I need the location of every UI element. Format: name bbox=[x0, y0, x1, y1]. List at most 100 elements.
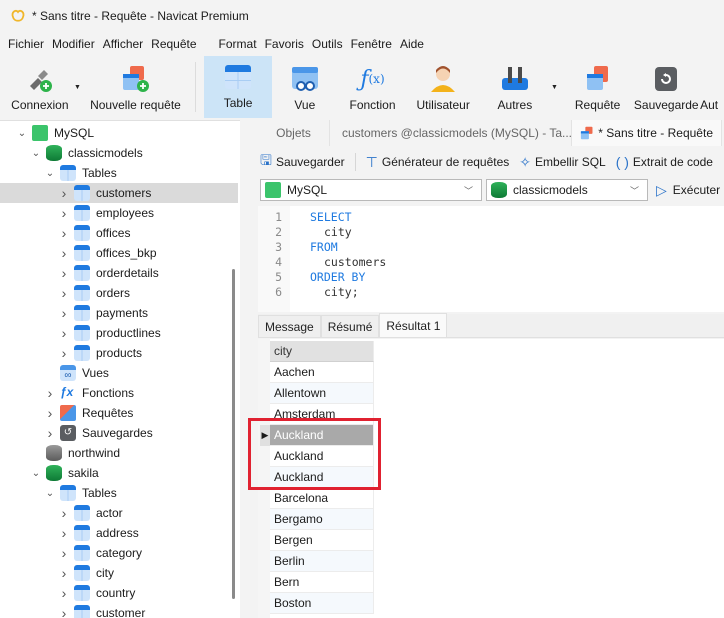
current-row-pointer-icon: ▶ bbox=[260, 425, 270, 446]
tree-item-actor[interactable]: › actor bbox=[0, 503, 238, 523]
chevron-right-icon[interactable]: › bbox=[58, 345, 70, 361]
requete-button[interactable]: Requête bbox=[563, 56, 633, 118]
chevron-right-icon[interactable]: › bbox=[44, 385, 56, 401]
chevron-right-icon[interactable]: › bbox=[58, 225, 70, 241]
menu-fichier[interactable]: Fichier bbox=[4, 37, 48, 51]
tree-item-tables[interactable]: ⌄ Tables bbox=[0, 163, 238, 183]
tree-item-country[interactable]: › country bbox=[0, 583, 238, 603]
tree-item-fonctions[interactable]: › ƒx Fonctions bbox=[0, 383, 238, 403]
tree-item-requ-tes[interactable]: › Requêtes bbox=[0, 403, 238, 423]
chevron-right-icon[interactable]: › bbox=[58, 285, 70, 301]
tab-message[interactable]: Message bbox=[258, 315, 321, 337]
chevron-right-icon[interactable]: › bbox=[58, 325, 70, 341]
chevron-right-icon[interactable]: › bbox=[58, 185, 70, 201]
code-line: 2 city bbox=[258, 225, 352, 240]
table-row[interactable]: Auckland bbox=[270, 467, 374, 488]
table-row[interactable]: Amsterdam bbox=[270, 404, 374, 425]
table-row[interactable]: Auckland bbox=[270, 446, 374, 467]
auto-button[interactable]: Aut bbox=[700, 56, 724, 118]
menu-format[interactable]: Format bbox=[215, 37, 261, 51]
new-query-button[interactable]: Nouvelle requête bbox=[84, 56, 188, 118]
beautify-sql-button[interactable]: ✧ Embellir SQL bbox=[519, 154, 605, 171]
tree-item-address[interactable]: › address bbox=[0, 523, 238, 543]
menu-outils[interactable]: Outils bbox=[308, 37, 347, 51]
tree-item-offices-bkp[interactable]: › offices_bkp bbox=[0, 243, 238, 263]
utilisateur-button[interactable]: Utilisateur bbox=[407, 56, 479, 118]
chevron-right-icon[interactable]: › bbox=[58, 265, 70, 281]
tree-item-customers[interactable]: › customers bbox=[0, 183, 238, 203]
chevron-down-icon[interactable]: ⌄ bbox=[16, 128, 28, 139]
menu-aide[interactable]: Aide bbox=[396, 37, 428, 51]
chevron-right-icon[interactable]: › bbox=[58, 545, 70, 561]
tree-item-tables[interactable]: ⌄ Tables bbox=[0, 483, 238, 503]
chevron-right-icon[interactable]: › bbox=[58, 565, 70, 581]
tree-item-productlines[interactable]: › productlines bbox=[0, 323, 238, 343]
tree-item-payments[interactable]: › payments bbox=[0, 303, 238, 323]
tree-item-sauvegardes[interactable]: › ↺ Sauvegardes bbox=[0, 423, 238, 443]
query-builder-button[interactable]: ⊤ Générateur de requêtes bbox=[366, 154, 510, 171]
connexion-button[interactable]: Connexion ▼ bbox=[4, 56, 81, 118]
tree-item-products[interactable]: › products bbox=[0, 343, 238, 363]
menu-modifier[interactable]: Modifier bbox=[48, 37, 99, 51]
table-row[interactable]: Berlin bbox=[270, 551, 374, 572]
chevron-right-icon[interactable]: › bbox=[58, 305, 70, 321]
tree-item-customer[interactable]: › customer bbox=[0, 603, 238, 618]
chevron-down-icon[interactable]: ⌄ bbox=[44, 488, 56, 499]
sauvegarde-button[interactable]: Sauvegarde bbox=[632, 56, 700, 118]
autres-button[interactable]: Autres ▼ bbox=[479, 56, 558, 118]
column-header-city[interactable]: city bbox=[270, 341, 374, 362]
tab-resume[interactable]: Résumé bbox=[320, 315, 380, 337]
chevron-right-icon[interactable]: › bbox=[58, 605, 70, 618]
chevron-right-icon[interactable]: › bbox=[58, 585, 70, 601]
tree-item-city[interactable]: › city bbox=[0, 563, 238, 583]
table-row[interactable]: Barcelona bbox=[270, 488, 374, 509]
connexion-dropdown-icon[interactable]: ▼ bbox=[74, 84, 81, 91]
tree-item-offices[interactable]: › offices bbox=[0, 223, 238, 243]
table-row[interactable]: Aachen bbox=[270, 362, 374, 383]
fonction-button[interactable]: ƒ (x) Fonction bbox=[338, 56, 408, 118]
menu-fenetre[interactable]: Fenêtre bbox=[347, 37, 396, 51]
chevron-down-icon[interactable]: ⌄ bbox=[30, 148, 42, 159]
table-row[interactable]: Bergamo bbox=[270, 509, 374, 530]
chevron-right-icon[interactable]: › bbox=[44, 425, 56, 441]
menu-requete[interactable]: Requête bbox=[147, 37, 200, 51]
table-row[interactable]: Boston bbox=[270, 593, 374, 614]
chevron-down-icon[interactable]: ⌄ bbox=[44, 168, 56, 179]
chevron-right-icon[interactable]: › bbox=[58, 505, 70, 521]
tab-objets[interactable]: Objets bbox=[258, 120, 330, 146]
table-button[interactable]: Table bbox=[204, 56, 272, 118]
tree-item-orderdetails[interactable]: › orderdetails bbox=[0, 263, 238, 283]
tree-item-vues[interactable]: ∞ Vues bbox=[0, 363, 238, 383]
sidebar-scrollbar[interactable] bbox=[232, 269, 235, 599]
tab-query[interactable]: * Sans titre - Requête bbox=[572, 120, 722, 146]
tab-customers[interactable]: customers @classicmodels (MySQL) - Ta... bbox=[330, 120, 572, 146]
execute-button[interactable]: ▷ Exécuter bbox=[656, 182, 720, 199]
chevron-right-icon[interactable]: › bbox=[44, 405, 56, 421]
save-button[interactable]: 🖫 Sauvegarder bbox=[260, 150, 345, 174]
tree-item-orders[interactable]: › orders bbox=[0, 283, 238, 303]
sql-editor[interactable]: 1 SELECT 2 city 3 FROM 4 customers 5 ORDER BY 6 cit… bbox=[258, 206, 724, 312]
chevron-right-icon[interactable]: › bbox=[58, 525, 70, 541]
table-row[interactable]: Bergen bbox=[270, 530, 374, 551]
menu-afficher[interactable]: Afficher bbox=[99, 37, 147, 51]
table-row[interactable]: Auckland bbox=[270, 425, 374, 446]
tree-item-sakila[interactable]: ⌄ sakila bbox=[0, 463, 238, 483]
tree-item-classicmodels[interactable]: ⌄ classicmodels bbox=[0, 143, 238, 163]
tree-item-mysql[interactable]: ⌄ MySQL bbox=[0, 123, 238, 143]
code-snippet-button[interactable]: ( ) Extrait de code bbox=[616, 154, 713, 170]
menu-favoris[interactable]: Favoris bbox=[261, 37, 308, 51]
tree-item-label: Tables bbox=[82, 166, 117, 180]
table-row[interactable]: Bern bbox=[270, 572, 374, 593]
table-row[interactable]: Allentown bbox=[270, 383, 374, 404]
tree-item-category[interactable]: › category bbox=[0, 543, 238, 563]
tree-item-employees[interactable]: › employees bbox=[0, 203, 238, 223]
chevron-right-icon[interactable]: › bbox=[58, 245, 70, 261]
vue-button[interactable]: Vue bbox=[272, 56, 338, 118]
tab-resultat-1[interactable]: Résultat 1 bbox=[379, 313, 448, 337]
chevron-right-icon[interactable]: › bbox=[58, 205, 70, 221]
chevron-down-icon[interactable]: ⌄ bbox=[30, 468, 42, 479]
autres-dropdown-icon[interactable]: ▼ bbox=[551, 84, 558, 91]
database-select[interactable]: classicmodels ﹀ bbox=[486, 179, 648, 201]
connection-select[interactable]: MySQL ﹀ bbox=[260, 179, 482, 201]
tree-item-northwind[interactable]: northwind bbox=[0, 443, 238, 463]
